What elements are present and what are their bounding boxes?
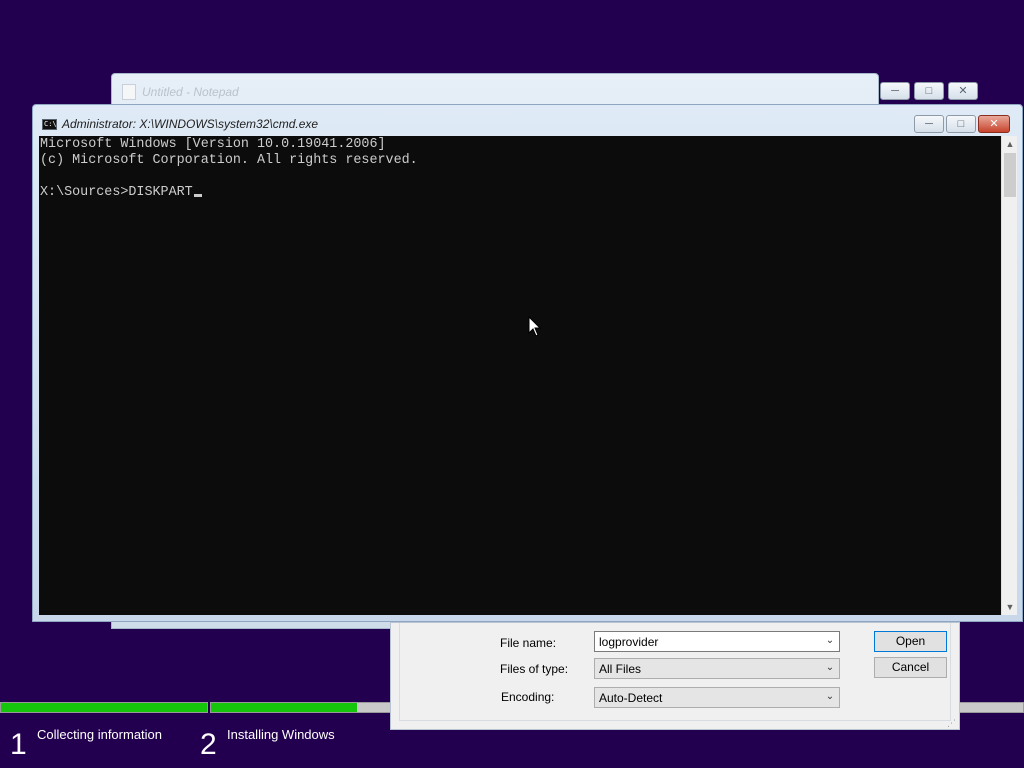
- cmd-titlebar[interactable]: C:\ Administrator: X:\WINDOWS\system32\c…: [33, 105, 1022, 135]
- scroll-up-icon[interactable]: ▲: [1002, 136, 1018, 152]
- cmd-maximize-button[interactable]: □: [946, 115, 976, 133]
- files-of-type-value: All Files: [599, 662, 642, 676]
- console-command: X:\Sources>DISKPART: [40, 185, 193, 200]
- cmd-title: Administrator: X:\WINDOWS\system32\cmd.e…: [62, 117, 319, 131]
- minimize-icon: ─: [891, 84, 899, 97]
- progress-bar-collecting: [0, 702, 208, 713]
- notepad-icon: [122, 84, 136, 100]
- console-output[interactable]: Microsoft Windows [Version 10.0.19041.20…: [39, 136, 1001, 615]
- notepad-minimize-button[interactable]: ─: [880, 82, 910, 100]
- file-name-label: File name:: [500, 636, 557, 650]
- resize-grip-icon[interactable]: ⋰: [947, 718, 957, 728]
- notepad-caption-buttons: ─ □ ✕: [880, 82, 978, 100]
- step-number: 2: [200, 728, 217, 761]
- chevron-down-icon[interactable]: ⌄: [824, 635, 836, 647]
- cmd-icon: C:\: [42, 119, 57, 130]
- open-file-dialog[interactable]: File name: logprovider ⌄ Files of type: …: [390, 622, 960, 730]
- minimize-icon: ─: [925, 117, 933, 130]
- maximize-icon: □: [925, 84, 933, 97]
- step-number: 1: [10, 728, 27, 761]
- cancel-button[interactable]: Cancel: [874, 657, 947, 678]
- progress-fill: [1, 703, 207, 712]
- encoding-label: Encoding:: [501, 690, 555, 704]
- files-of-type-select[interactable]: All Files ⌄: [594, 658, 840, 679]
- text-cursor: [193, 194, 202, 197]
- cmd-close-button[interactable]: ✕: [978, 115, 1010, 133]
- console-scrollbar[interactable]: ▲ ▼: [1001, 136, 1017, 615]
- chevron-down-icon[interactable]: ⌄: [824, 662, 836, 674]
- console-line: Microsoft Windows [Version 10.0.19041.20…: [40, 137, 386, 152]
- notepad-title: Untitled - Notepad: [142, 85, 239, 99]
- scroll-down-icon[interactable]: ▼: [1002, 599, 1018, 615]
- close-icon: ✕: [989, 117, 999, 130]
- files-of-type-label: Files of type:: [500, 662, 569, 676]
- cmd-window[interactable]: C:\ Administrator: X:\WINDOWS\system32\c…: [32, 104, 1023, 622]
- notepad-close-button[interactable]: ✕: [948, 82, 978, 100]
- chevron-down-icon[interactable]: ⌄: [824, 691, 836, 703]
- console-prompt-line: X:\Sources>DISKPART: [40, 185, 1001, 201]
- cmd-minimize-button[interactable]: ─: [914, 115, 944, 133]
- close-icon: ✕: [958, 84, 968, 97]
- open-button[interactable]: Open: [874, 631, 947, 652]
- cmd-caption-buttons: ─ □ ✕: [914, 115, 1010, 133]
- console-line: (c) Microsoft Corporation. All rights re…: [40, 153, 418, 168]
- encoding-value: Auto-Detect: [599, 691, 663, 705]
- step-label: Installing Windows: [227, 727, 335, 742]
- file-name-input[interactable]: logprovider ⌄: [594, 631, 840, 652]
- scrollbar-thumb[interactable]: [1004, 153, 1016, 197]
- dialog-body: File name: logprovider ⌄ Files of type: …: [399, 623, 951, 721]
- file-name-value: logprovider: [599, 635, 659, 649]
- notepad-maximize-button[interactable]: □: [914, 82, 944, 100]
- progress-fill: [211, 703, 358, 712]
- step-label: Collecting information: [37, 727, 163, 742]
- maximize-icon: □: [957, 117, 965, 130]
- mouse-pointer-icon: [528, 316, 542, 337]
- encoding-select[interactable]: Auto-Detect ⌄: [594, 687, 840, 708]
